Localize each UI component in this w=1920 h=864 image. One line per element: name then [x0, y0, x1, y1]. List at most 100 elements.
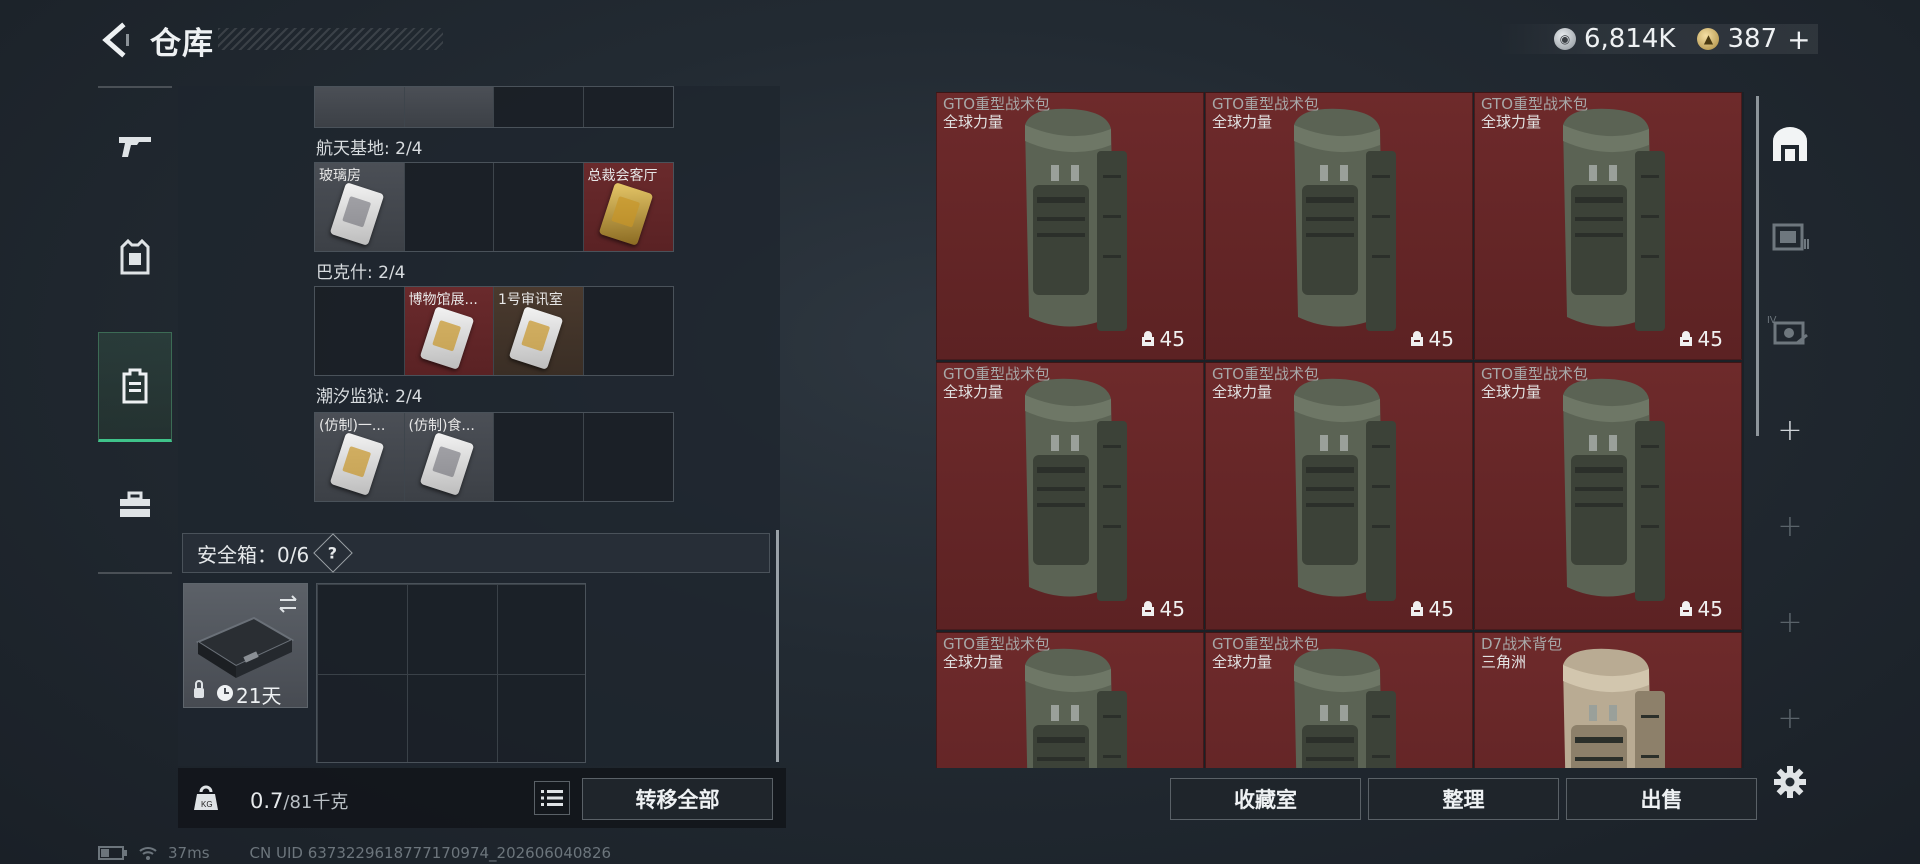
capacity-icon: [1410, 331, 1423, 346]
item-capacity: 45: [1678, 597, 1723, 621]
capacity-icon: [1679, 331, 1692, 346]
inventory-row: (仿制)一... (仿制)食...: [314, 412, 674, 502]
item-brand: 全球力量: [1212, 383, 1273, 401]
storage-item-cell[interactable]: GTO重型战术包 全球力量 45: [936, 362, 1204, 630]
add-storage-button-locked[interactable]: +: [1760, 592, 1820, 652]
inventory-slot[interactable]: [494, 413, 584, 501]
status-bar: 37ms CN UID 6373229618777170974_20260604…: [98, 844, 611, 862]
sort-button[interactable]: 整理: [1368, 778, 1559, 820]
storage-item-cell[interactable]: GTO重型战术包 全球力量 45: [936, 92, 1204, 360]
weight-icon: KG: [194, 785, 218, 810]
item-name: 博物馆展...: [408, 292, 478, 308]
add-storage-button-locked[interactable]: +: [1760, 688, 1820, 748]
category-label: 巴克什: 2/4: [316, 263, 406, 283]
currency-bar: ◉ 6,814K ▲ 387 +: [1498, 23, 1818, 56]
item-brand: 全球力量: [943, 653, 1004, 671]
storage-item-cell[interactable]: D7战术背包 三角洲: [1474, 632, 1742, 768]
inventory-slot[interactable]: [494, 163, 584, 251]
item-capacity-value: 45: [1697, 327, 1723, 351]
item-name: (仿制)一...: [319, 418, 386, 434]
backpack-item-icon: [1294, 378, 1396, 601]
sidebar-item-weapon[interactable]: [98, 108, 172, 182]
silver-coin-icon: ◉: [1554, 28, 1576, 50]
storage-item-cell[interactable]: GTO重型战术包 全球力量 45: [1474, 362, 1742, 630]
item-brand: 全球力量: [943, 383, 1004, 401]
gold-amount: 387: [1727, 24, 1778, 54]
inventory-slot[interactable]: [584, 87, 674, 127]
settings-button[interactable]: [1760, 752, 1820, 812]
inventory-slot[interactable]: [315, 287, 405, 375]
swap-icon: [279, 595, 297, 613]
storage-item-cell[interactable]: GTO重型战术包 全球力量: [936, 632, 1204, 768]
help-button[interactable]: ?: [313, 533, 353, 573]
storage-item-cell[interactable]: GTO重型战术包 全球力量 45: [1205, 92, 1473, 360]
keycard-slot[interactable]: (仿制)食...: [404, 413, 494, 501]
item-brand: 全球力量: [1481, 383, 1542, 401]
wifi-icon: [139, 847, 157, 860]
keycard-icon: [329, 182, 385, 246]
keycard-slot[interactable]: 1号审讯室: [494, 287, 584, 375]
safe-case-item[interactable]: 21天: [183, 583, 308, 708]
tab-storage-2[interactable]: [1760, 206, 1820, 266]
item-name: (仿制)食...: [408, 418, 475, 434]
item-capacity-value: 45: [1697, 597, 1723, 621]
storage-item-cell[interactable]: GTO重型战术包 全球力量 45: [1205, 362, 1473, 630]
item-name: 玻璃房: [319, 168, 361, 184]
toolbox-icon: [120, 491, 150, 517]
add-storage-button-locked[interactable]: +: [1760, 496, 1820, 556]
collection-room-button[interactable]: 收藏室: [1170, 778, 1361, 820]
item-capacity: 45: [1140, 597, 1185, 621]
plus-icon: +: [1777, 412, 1803, 448]
storage-expansion-icon: IV: [1767, 315, 1808, 345]
keycard-slot[interactable]: (仿制)一...: [315, 413, 405, 501]
add-currency-button[interactable]: +: [1787, 23, 1810, 56]
sell-button[interactable]: 出售: [1566, 778, 1757, 820]
keycard-icon: [419, 432, 474, 496]
tab-storage-4[interactable]: IV: [1760, 300, 1820, 360]
backpack-item-icon: [1563, 648, 1665, 768]
sidebar-item-backpack[interactable]: [98, 332, 172, 442]
inventory-slot[interactable]: [404, 87, 494, 127]
back-button[interactable]: [96, 20, 136, 60]
gun-icon: [119, 137, 151, 157]
keycard-slot[interactable]: 玻璃房: [315, 163, 405, 251]
inventory-row: 玻璃房 总裁会客厅: [314, 162, 674, 252]
storage-item-cell[interactable]: GTO重型战术包 全球力量 45: [1474, 92, 1742, 360]
plus-icon: +: [1777, 604, 1803, 640]
sidebar-item-armor[interactable]: [98, 220, 172, 294]
inventory-slot[interactable]: [494, 87, 584, 127]
chevron-left-icon: [102, 22, 129, 58]
lock-icon: [194, 688, 204, 698]
inventory-scrollbar[interactable]: [776, 530, 779, 762]
item-brand: 全球力量: [1212, 653, 1273, 671]
list-view-button[interactable]: [534, 781, 570, 815]
keycard-slot[interactable]: 总裁会客厅: [583, 163, 673, 251]
storage-grid: GTO重型战术包 全球力量 45 GTO重型战术包 全球力量 45 GTO重型战术包 全球力量…: [936, 92, 1744, 768]
inventory-slot[interactable]: [405, 163, 494, 251]
backpack-item-icon: [1294, 108, 1396, 331]
safe-box-grid[interactable]: [316, 583, 586, 763]
armor-vest-icon: [120, 239, 150, 275]
capacity-icon: [1141, 601, 1154, 616]
transfer-all-button[interactable]: 转移全部: [582, 778, 773, 820]
ping: 37ms: [168, 844, 210, 862]
tab-warehouse[interactable]: [1760, 114, 1820, 174]
keycard-icon: [329, 432, 385, 496]
backpack-item-icon: [1563, 378, 1665, 601]
add-storage-button[interactable]: +: [1760, 400, 1820, 460]
backpack-item-icon: [1025, 648, 1127, 768]
inventory-slot[interactable]: [584, 287, 674, 375]
inventory-slot[interactable]: [315, 87, 405, 127]
inventory-slot[interactable]: [584, 413, 674, 501]
storage-item-cell[interactable]: GTO重型战术包 全球力量: [1205, 632, 1473, 768]
battery-icon: [98, 846, 127, 860]
backpack-icon: [122, 368, 148, 404]
item-capacity: 45: [1678, 327, 1723, 351]
item-brand: 三角洲: [1481, 653, 1527, 671]
category-label: 潮汐监狱: 2/4: [316, 387, 423, 407]
item-name: 1号审讯室: [498, 292, 563, 308]
page-title: 仓库: [150, 26, 214, 62]
keycard-slot[interactable]: 博物馆展...: [404, 287, 494, 375]
sidebar-item-toolbox[interactable]: [98, 468, 172, 542]
storage-scrollbar[interactable]: [1756, 96, 1759, 436]
